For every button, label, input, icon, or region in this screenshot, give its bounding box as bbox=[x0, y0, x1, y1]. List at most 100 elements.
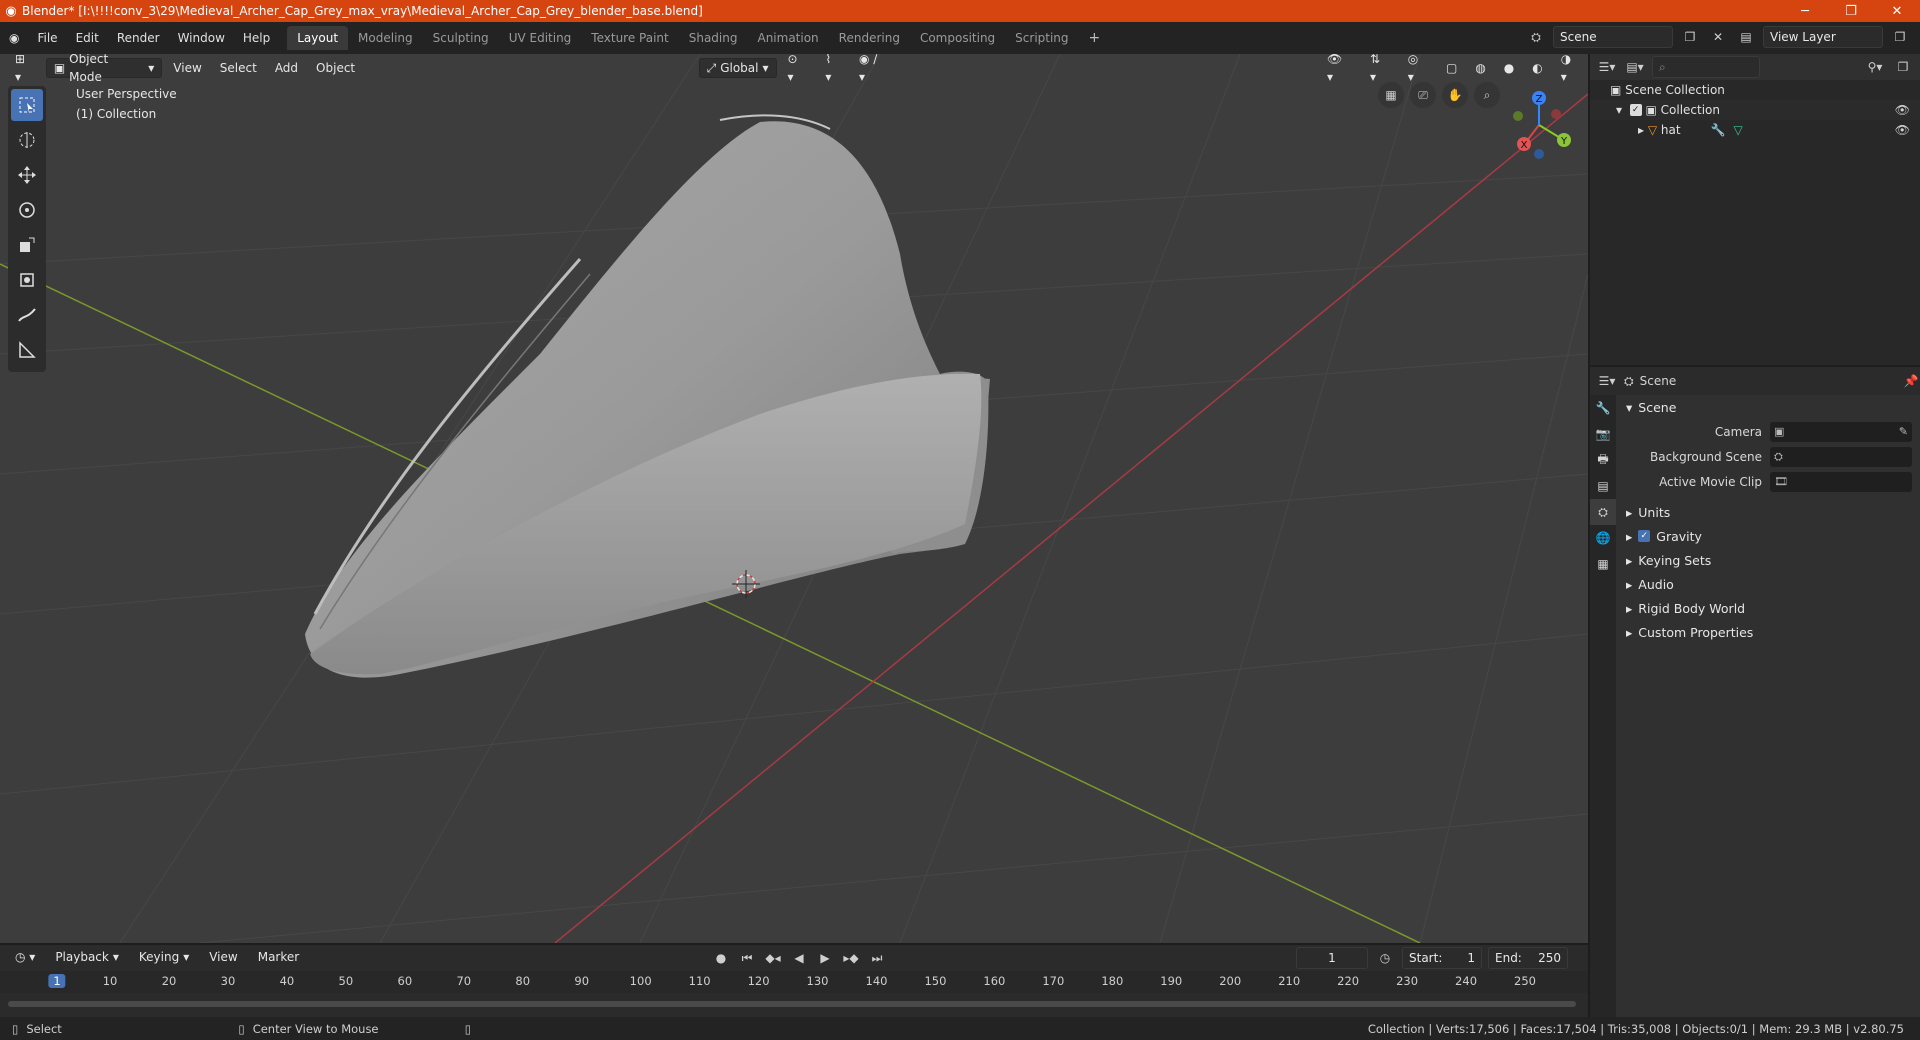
movie-clip-field[interactable]: 🎞 bbox=[1770, 471, 1912, 492]
texture-tab-icon[interactable]: ▦ bbox=[1590, 551, 1616, 577]
gravity-checkbox[interactable]: ✓ bbox=[1638, 530, 1651, 542]
pivot-icon[interactable]: ⊙ ▾ bbox=[781, 54, 815, 84]
view-layer-icon[interactable]: ▤ bbox=[1735, 26, 1757, 48]
blender-menu-icon[interactable]: ◉ bbox=[0, 31, 28, 45]
pin-icon[interactable]: 📌 bbox=[1900, 370, 1920, 392]
play-icon[interactable]: ▶ bbox=[814, 947, 836, 969]
scene-icon[interactable]: ⛭ bbox=[1525, 26, 1547, 48]
visibility-icon[interactable]: 👁 ▾ bbox=[1320, 54, 1359, 84]
tab-scripting[interactable]: Scripting bbox=[1005, 26, 1078, 50]
menu-marker[interactable]: Marker bbox=[251, 947, 306, 967]
camera-field[interactable]: ▣ ✎ bbox=[1770, 421, 1912, 442]
display-mode-icon[interactable]: ▤▾ bbox=[1624, 56, 1646, 78]
pan-hand-icon[interactable]: ✋ bbox=[1442, 82, 1468, 108]
proportional-edit-icon[interactable]: ◉ ∕ ▾ bbox=[852, 54, 894, 84]
orientation-dropdown[interactable]: ⤢ Global ▾ bbox=[698, 58, 777, 78]
new-view-layer-icon[interactable]: ❐ bbox=[1889, 26, 1911, 48]
scale-tool[interactable] bbox=[11, 229, 43, 261]
menu-playback[interactable]: Playback ▾ bbox=[48, 947, 126, 967]
solid-shading-icon[interactable]: ● bbox=[1497, 58, 1521, 78]
menu-add[interactable]: Add bbox=[268, 58, 305, 78]
collection-visibility-icon[interactable]: 👁 bbox=[1895, 103, 1910, 117]
frame-ruler[interactable]: 1 10 20 30 40 50 60 70 80 90 100 110 120 130 140 150 160… bbox=[0, 971, 1588, 993]
record-icon[interactable]: ● bbox=[710, 947, 732, 969]
tab-shading[interactable]: Shading bbox=[679, 26, 748, 50]
collection-checkbox[interactable]: ✓ bbox=[1629, 104, 1642, 116]
timeline-scrollbar[interactable] bbox=[8, 1001, 1576, 1007]
measure-tool[interactable] bbox=[11, 334, 43, 366]
rotate-tool[interactable] bbox=[11, 194, 43, 226]
maximize-icon[interactable]: ❐ bbox=[1828, 4, 1874, 19]
mesh-data-icon[interactable]: ▽ bbox=[1734, 123, 1743, 137]
gravity-panel[interactable]: ▸ ✓ Gravity bbox=[1620, 524, 1920, 548]
new-collection-icon[interactable]: ❐ bbox=[1892, 56, 1914, 78]
transform-tool[interactable] bbox=[11, 264, 43, 296]
outliner-row-scene-collection[interactable]: ▣ Scene Collection bbox=[1590, 80, 1920, 100]
jump-start-icon[interactable]: ⏮ bbox=[736, 947, 758, 969]
tab-texture-paint[interactable]: Texture Paint bbox=[581, 26, 678, 50]
menu-view[interactable]: View bbox=[166, 58, 208, 78]
output-tab-icon[interactable]: 🖶 bbox=[1590, 447, 1616, 473]
xray-icon[interactable]: ▢ bbox=[1439, 58, 1464, 78]
menu-render[interactable]: Render bbox=[108, 31, 169, 45]
keying-sets-panel[interactable]: ▸ Keying Sets bbox=[1620, 548, 1920, 572]
snap-icon[interactable]: ⌇ ▾ bbox=[818, 54, 848, 84]
eyedropper-icon[interactable]: ✎ bbox=[1899, 425, 1912, 438]
close-icon[interactable]: ✕ bbox=[1874, 4, 1920, 19]
minimize-icon[interactable]: ─ bbox=[1782, 4, 1828, 19]
rigid-body-world-panel[interactable]: ▸ Rigid Body World bbox=[1620, 596, 1920, 620]
world-tab-icon[interactable]: 🌐 bbox=[1590, 525, 1616, 551]
tab-modeling[interactable]: Modeling bbox=[348, 26, 423, 50]
move-tool[interactable] bbox=[11, 159, 43, 191]
outliner-search-input[interactable]: ⌕ bbox=[1652, 56, 1760, 78]
gizmo-toggle-icon[interactable]: ⇅ ▾ bbox=[1363, 54, 1397, 84]
neg-x-handle[interactable] bbox=[1551, 109, 1561, 119]
tab-sculpting[interactable]: Sculpting bbox=[423, 26, 499, 50]
tool-tab-icon[interactable]: 🔧 bbox=[1590, 395, 1616, 421]
tab-layout[interactable]: Layout bbox=[287, 26, 349, 50]
audio-panel[interactable]: ▸ Audio bbox=[1620, 572, 1920, 596]
hat-mesh[interactable] bbox=[305, 114, 990, 678]
zoom-icon[interactable]: ⌕ bbox=[1474, 82, 1500, 108]
material-shading-icon[interactable]: ◐ bbox=[1525, 58, 1549, 78]
neg-z-handle[interactable] bbox=[1534, 149, 1544, 159]
prev-keyframe-icon[interactable]: ◆◂ bbox=[762, 947, 784, 969]
menu-edit[interactable]: Edit bbox=[67, 31, 108, 45]
outliner-row-collection[interactable]: ▾ ✓ ▣ Collection 👁 bbox=[1590, 100, 1920, 120]
background-scene-field[interactable]: ⛭ bbox=[1770, 446, 1912, 467]
navigation-gizmo[interactable]: Z Y X bbox=[1498, 84, 1580, 166]
timeline-editor-icon[interactable]: ◷ ▾ bbox=[8, 947, 42, 967]
modifier-wrench-icon[interactable]: 🔧 bbox=[1711, 123, 1726, 137]
view-layer-field[interactable]: View Layer bbox=[1763, 26, 1883, 48]
toggle-grid-icon[interactable]: ▦ bbox=[1378, 82, 1404, 108]
jump-end-icon[interactable]: ⏭ bbox=[866, 947, 888, 969]
units-panel[interactable]: ▸ Units bbox=[1620, 500, 1920, 524]
play-reverse-icon[interactable]: ◀ bbox=[788, 947, 810, 969]
new-scene-icon[interactable]: ❐ bbox=[1679, 26, 1701, 48]
menu-window[interactable]: Window bbox=[169, 31, 234, 45]
expand-hat-icon[interactable]: ▸ bbox=[1638, 123, 1648, 137]
menu-object[interactable]: Object bbox=[309, 58, 362, 78]
menu-select[interactable]: Select bbox=[213, 58, 264, 78]
hat-visibility-icon[interactable]: 👁 bbox=[1895, 123, 1910, 137]
outliner-editor-icon[interactable]: ☰▾ bbox=[1596, 56, 1618, 78]
custom-properties-panel[interactable]: ▸ Custom Properties bbox=[1620, 620, 1920, 644]
tab-animation[interactable]: Animation bbox=[747, 26, 828, 50]
outliner-row-hat[interactable]: ▸ ▽ hat 🔧 ▽ 👁 bbox=[1590, 120, 1920, 140]
filter-icon[interactable]: ⚲▾ bbox=[1864, 56, 1886, 78]
add-workspace-icon[interactable]: + bbox=[1079, 26, 1111, 50]
mode-dropdown[interactable]: ▣ Object Mode ▾ bbox=[45, 54, 163, 84]
remove-scene-icon[interactable]: ✕ bbox=[1707, 26, 1729, 48]
annotate-tool[interactable] bbox=[11, 299, 43, 331]
menu-keying[interactable]: Keying ▾ bbox=[132, 947, 196, 967]
scene-field[interactable]: Scene bbox=[1553, 26, 1673, 48]
editor-type-icon[interactable]: ⊞ ▾ bbox=[8, 54, 42, 84]
menu-help[interactable]: Help bbox=[234, 31, 279, 45]
camera-view-icon[interactable]: ⎚ bbox=[1410, 82, 1436, 108]
menu-file[interactable]: File bbox=[28, 31, 66, 45]
tab-compositing[interactable]: Compositing bbox=[910, 26, 1005, 50]
neg-y-handle[interactable] bbox=[1513, 111, 1523, 121]
start-frame-field[interactable]: Start: 1 bbox=[1402, 947, 1482, 969]
tab-uv-editing[interactable]: UV Editing bbox=[499, 26, 582, 50]
rendered-shading-icon[interactable]: ◑ ▾ bbox=[1554, 54, 1588, 84]
